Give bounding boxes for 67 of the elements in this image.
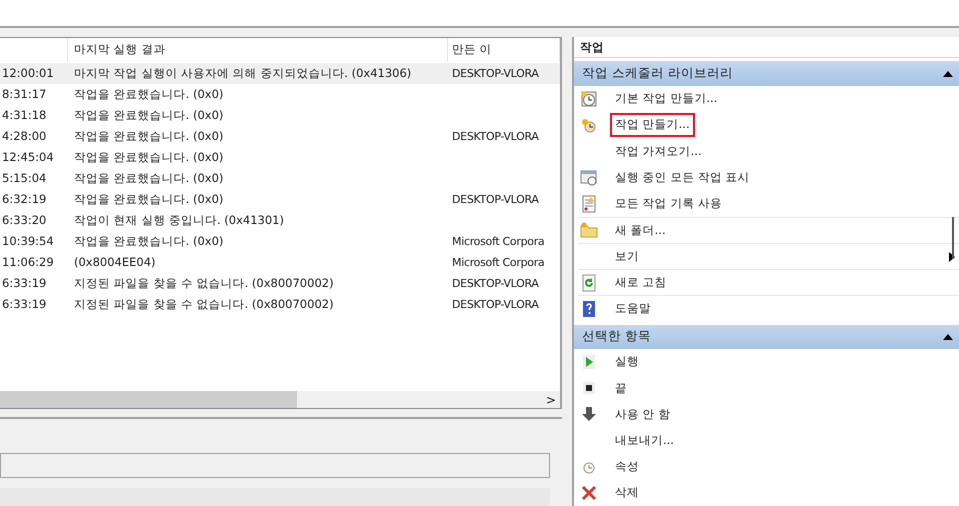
result-cell: 작업을 완료했습니다. (0x0) bbox=[74, 150, 224, 164]
author-cell: DESKTOP-VLORA bbox=[452, 192, 539, 206]
horizontal-scrollbar[interactable]: > bbox=[0, 391, 560, 408]
delete-icon bbox=[580, 484, 598, 502]
result-cell: 작업을 완료했습니다. (0x0) bbox=[74, 170, 224, 185]
log-icon bbox=[580, 194, 598, 213]
scroll-right-arrow[interactable]: > bbox=[546, 390, 556, 408]
time-cell: 6:33:20 bbox=[2, 212, 46, 227]
result-cell: 지정된 파일을 찾을 수 없습니다. (0x80070002) bbox=[74, 296, 334, 311]
time-cell: 4:31:18 bbox=[2, 108, 46, 122]
author-cell: Microsoft Corpora bbox=[452, 256, 544, 269]
help-icon bbox=[580, 300, 598, 318]
action-link[interactable]: 기본 작업 만들기... bbox=[610, 87, 722, 110]
action-link[interactable]: 끝 bbox=[610, 376, 632, 400]
folder-icon bbox=[580, 221, 598, 240]
action-link[interactable]: 삭제 bbox=[610, 481, 644, 505]
result-cell: 작업을 완료했습니다. (0x0) bbox=[74, 192, 224, 206]
collapse-icon[interactable] bbox=[943, 70, 953, 78]
action-link[interactable]: 실행 bbox=[610, 350, 644, 374]
result-cell: 작업을 완료했습니다. (0x0) bbox=[74, 128, 224, 143]
action-link[interactable]: 작업 가져오기... bbox=[610, 140, 707, 163]
collapse-icon[interactable] bbox=[943, 332, 953, 341]
result-cell: 작업을 완료했습니다. (0x0) bbox=[74, 234, 224, 248]
time-cell: 4:28:00 bbox=[2, 128, 46, 143]
column-header[interactable]: 마지막 실행 결과 bbox=[68, 38, 448, 62]
action-link[interactable]: 도움말 bbox=[610, 297, 656, 321]
author-cell: Microsoft Corpora bbox=[452, 234, 544, 248]
section-header-bar[interactable]: 작업 스케줄러 라이브러리 bbox=[574, 61, 959, 86]
result-cell: 작업을 완료했습니다. (0x0) bbox=[74, 86, 224, 101]
down-arrow-icon bbox=[580, 405, 598, 424]
result-cell: 지정된 파일을 찾을 수 없습니다. (0x80070002) bbox=[74, 276, 334, 290]
scrollbar-thumb[interactable] bbox=[952, 217, 954, 259]
action-link[interactable]: 새 폴더... bbox=[610, 218, 671, 242]
time-cell: 12:00:01 bbox=[2, 66, 54, 80]
time-cell: 8:31:17 bbox=[2, 86, 46, 101]
result-cell: 작업을 완료했습니다. (0x0) bbox=[74, 108, 224, 122]
window-clock-icon bbox=[580, 168, 598, 186]
section-title: 선택한 항목 bbox=[582, 327, 651, 346]
time-cell: 6:33:19 bbox=[2, 296, 46, 311]
play-icon bbox=[580, 352, 598, 371]
refresh-icon bbox=[580, 274, 598, 292]
author-cell: DESKTOP-VLORA bbox=[452, 66, 539, 80]
section-title: 작업 스케줄러 라이브러리 bbox=[582, 64, 733, 82]
author-cell: DESKTOP-VLORA bbox=[452, 130, 539, 143]
action-link[interactable]: 내보내기... bbox=[610, 428, 679, 452]
result-cell: 마지막 작업 실행이 사용자에 의해 중지되었습니다. (0x41306) bbox=[74, 66, 412, 80]
time-cell: 12:45:04 bbox=[2, 150, 54, 164]
time-cell: 11:06:29 bbox=[2, 254, 54, 269]
time-cell: 10:39:54 bbox=[2, 234, 54, 248]
action-link[interactable]: 작업 만들기... bbox=[610, 113, 695, 137]
author-cell: DESKTOP-VLORA bbox=[452, 276, 539, 290]
scrollbar-thumb[interactable] bbox=[0, 391, 297, 408]
section-header-bar[interactable]: 선택한 항목 bbox=[574, 324, 959, 349]
action-link[interactable]: 실행 중인 모든 작업 표시 bbox=[610, 166, 755, 189]
action-link[interactable]: 보기 bbox=[610, 244, 644, 268]
action-link[interactable]: 모든 작업 기록 사용 bbox=[610, 192, 727, 216]
author-cell: DESKTOP-VLORA bbox=[452, 298, 539, 311]
time-cell: 6:33:19 bbox=[2, 276, 46, 290]
column-header[interactable]: 만든 이 bbox=[448, 38, 560, 62]
action-link[interactable]: 사용 안 함 bbox=[610, 402, 676, 426]
clock-icon bbox=[580, 90, 598, 108]
time-cell: 6:32:19 bbox=[2, 192, 46, 206]
time-cell: 5:15:04 bbox=[2, 170, 46, 185]
result-cell: (0x8004EE04) bbox=[74, 254, 156, 269]
result-cell: 작업이 현재 실행 중입니다. (0x41301) bbox=[74, 212, 284, 227]
action-link[interactable]: 속성 bbox=[610, 455, 644, 478]
action-link[interactable]: 새로 고침 bbox=[610, 271, 672, 294]
